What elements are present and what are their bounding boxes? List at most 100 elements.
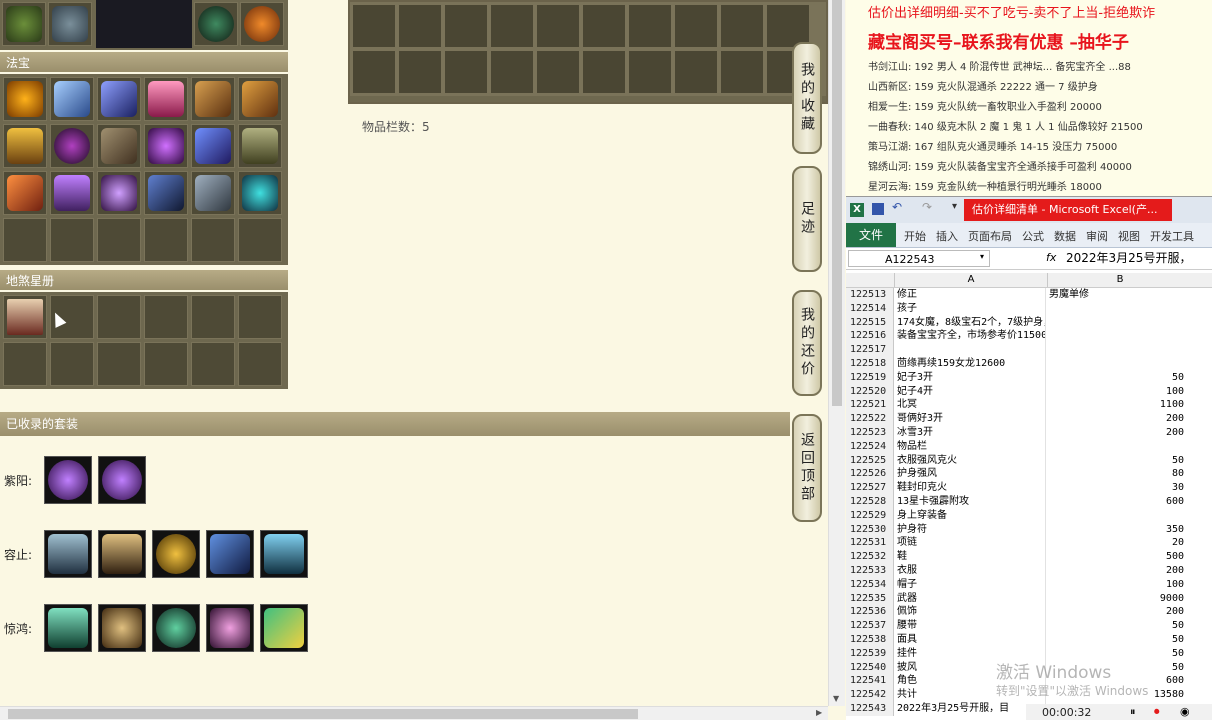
cell-a[interactable]: 面具 [894, 632, 1046, 647]
undo-icon[interactable]: ↶ [892, 200, 902, 214]
sheet-row[interactable]: 122531 项链 20 [846, 536, 1212, 551]
cell-b[interactable] [1046, 302, 1190, 316]
cell-b[interactable]: 20 [1046, 536, 1190, 550]
fabao-slot[interactable] [3, 124, 47, 168]
sheet-row[interactable]: 122527 鞋封印克火 30 [846, 481, 1212, 495]
ribbon-tab[interactable]: 公式 [1022, 228, 1044, 244]
cell-a[interactable]: 项链 [894, 536, 1046, 551]
fabao-slot[interactable] [3, 77, 47, 121]
redo-icon[interactable]: ↷ [922, 200, 932, 214]
fabao-slot-empty[interactable] [97, 218, 141, 262]
fabao-slot[interactable] [238, 171, 282, 215]
storage-slot[interactable] [720, 50, 764, 94]
sheet-row[interactable]: 122514 孩子 [846, 301, 1212, 316]
fabao-slot-empty[interactable] [191, 218, 235, 262]
ribbon-tab[interactable]: 开发工具 [1150, 228, 1194, 244]
star-card-slot-empty[interactable] [144, 342, 188, 386]
cell-a[interactable]: 哥俩好3开 [894, 412, 1046, 426]
cell-a[interactable]: 2022年3月25号开服，目 [894, 701, 1046, 716]
sheet-row[interactable]: 122533 衣服 200 [846, 563, 1212, 578]
cell-b[interactable]: 50 [1046, 454, 1190, 468]
storage-slot[interactable] [536, 50, 580, 94]
cell-a[interactable]: 妃子3开 [894, 370, 1046, 385]
cell-b[interactable]: 200 [1046, 426, 1190, 440]
sheet-row[interactable]: 122515174女魔，8级宝石2个，7级护身，克水抽一套 [846, 315, 1212, 330]
row-number[interactable]: 122543 [846, 701, 894, 716]
row-number[interactable]: 122529 [846, 508, 894, 523]
cell-a[interactable]: 衣服 [894, 563, 1046, 578]
cell-a[interactable]: 腰带 [894, 619, 1046, 633]
ribbon-tab[interactable]: 页面布局 [968, 228, 1012, 244]
storage-slot[interactable] [582, 50, 626, 94]
name-box-dropdown-icon[interactable]: ▾ [980, 252, 984, 261]
cell-a[interactable]: 孩子 [894, 301, 1046, 316]
row-number[interactable]: 122534 [846, 577, 894, 592]
row-number[interactable]: 122517 [846, 343, 894, 357]
fabao-slot[interactable] [3, 171, 47, 215]
row-number[interactable]: 122530 [846, 522, 894, 537]
cell-b[interactable] [1046, 440, 1190, 454]
fabao-slot-empty[interactable] [144, 218, 188, 262]
suit-item[interactable] [44, 530, 92, 578]
storage-slot[interactable] [720, 4, 764, 48]
suit-item[interactable] [98, 530, 146, 578]
star-card-slot-empty[interactable] [97, 342, 141, 386]
cell-b[interactable] [1046, 329, 1190, 343]
fabao-slot[interactable] [97, 171, 141, 215]
sheet-row[interactable]: 122521 北冥 1100 [846, 398, 1212, 413]
row-number[interactable]: 122525 [846, 453, 894, 468]
storage-slot[interactable] [352, 50, 396, 94]
row-number[interactable]: 122538 [846, 632, 894, 647]
cell-a[interactable]: 冰雪3开 [894, 425, 1046, 440]
column-header-b[interactable]: B [1048, 273, 1192, 287]
storage-slot[interactable] [674, 50, 718, 94]
storage-slot[interactable] [674, 4, 718, 48]
row-number[interactable]: 122532 [846, 550, 894, 564]
suit-item[interactable] [152, 530, 200, 578]
row-number[interactable]: 122539 [846, 646, 894, 661]
fabao-slot-empty[interactable] [238, 218, 282, 262]
sheet-row[interactable]: 122524 物品栏 [846, 439, 1212, 454]
sheet-row[interactable]: 122519 妃子3开 50 [846, 370, 1212, 385]
fabao-slot[interactable] [238, 77, 282, 121]
row-number[interactable]: 122521 [846, 398, 894, 413]
cell-b[interactable]: 350 [1046, 523, 1190, 537]
footprint-tab[interactable]: 足迹 [792, 166, 822, 272]
cell-a[interactable]: 武器 [894, 591, 1046, 606]
item-slot[interactable] [194, 2, 238, 46]
name-box[interactable]: A122543 [848, 250, 990, 267]
save-icon[interactable] [872, 203, 884, 215]
cell-b[interactable]: 200 [1046, 412, 1190, 426]
file-tab[interactable]: 文件 [846, 223, 896, 247]
cell-b[interactable]: 500 [1046, 550, 1190, 564]
cell-a[interactable]: 13星卡强霹附攻 [894, 494, 1046, 509]
cell-b[interactable]: 50 [1046, 633, 1190, 647]
ribbon-tab[interactable]: 开始 [904, 228, 926, 244]
cell-a[interactable]: 帽子 [894, 577, 1046, 592]
item-slot[interactable] [240, 2, 284, 46]
horizontal-scrollbar[interactable]: ▶ [0, 706, 828, 720]
star-card-slot-empty[interactable] [191, 342, 235, 386]
row-number[interactable]: 122526 [846, 467, 894, 482]
sheet-row[interactable]: 122529 身上穿装备 [846, 508, 1212, 523]
star-card-slot-empty[interactable] [50, 342, 94, 386]
row-number[interactable]: 122540 [846, 660, 894, 675]
cell-a[interactable]: 鞋封印克火 [894, 481, 1046, 495]
sheet-row[interactable]: 122535 武器 9000 [846, 591, 1212, 606]
suit-item[interactable] [98, 604, 146, 652]
fabao-slot[interactable] [238, 124, 282, 168]
cell-a[interactable]: 茴缘再续159女龙12600 [894, 356, 1046, 371]
ribbon-tab[interactable]: 视图 [1118, 228, 1140, 244]
star-card-slot-empty[interactable] [238, 295, 282, 339]
sheet-row[interactable]: 122536 佩饰 200 [846, 605, 1212, 620]
cell-b[interactable]: 9000 [1046, 592, 1190, 606]
suit-item[interactable] [44, 456, 92, 504]
suit-item[interactable] [98, 456, 146, 504]
sheet-row[interactable]: 122522 哥俩好3开 200 [846, 412, 1212, 426]
cell-b[interactable]: 600 [1046, 495, 1190, 509]
sheet-row[interactable]: 122532 鞋 500 [846, 550, 1212, 564]
cell-b[interactable] [1046, 343, 1190, 357]
star-card-slot-empty[interactable] [238, 342, 282, 386]
row-number[interactable]: 122537 [846, 619, 894, 633]
cell-b[interactable] [1046, 357, 1190, 371]
